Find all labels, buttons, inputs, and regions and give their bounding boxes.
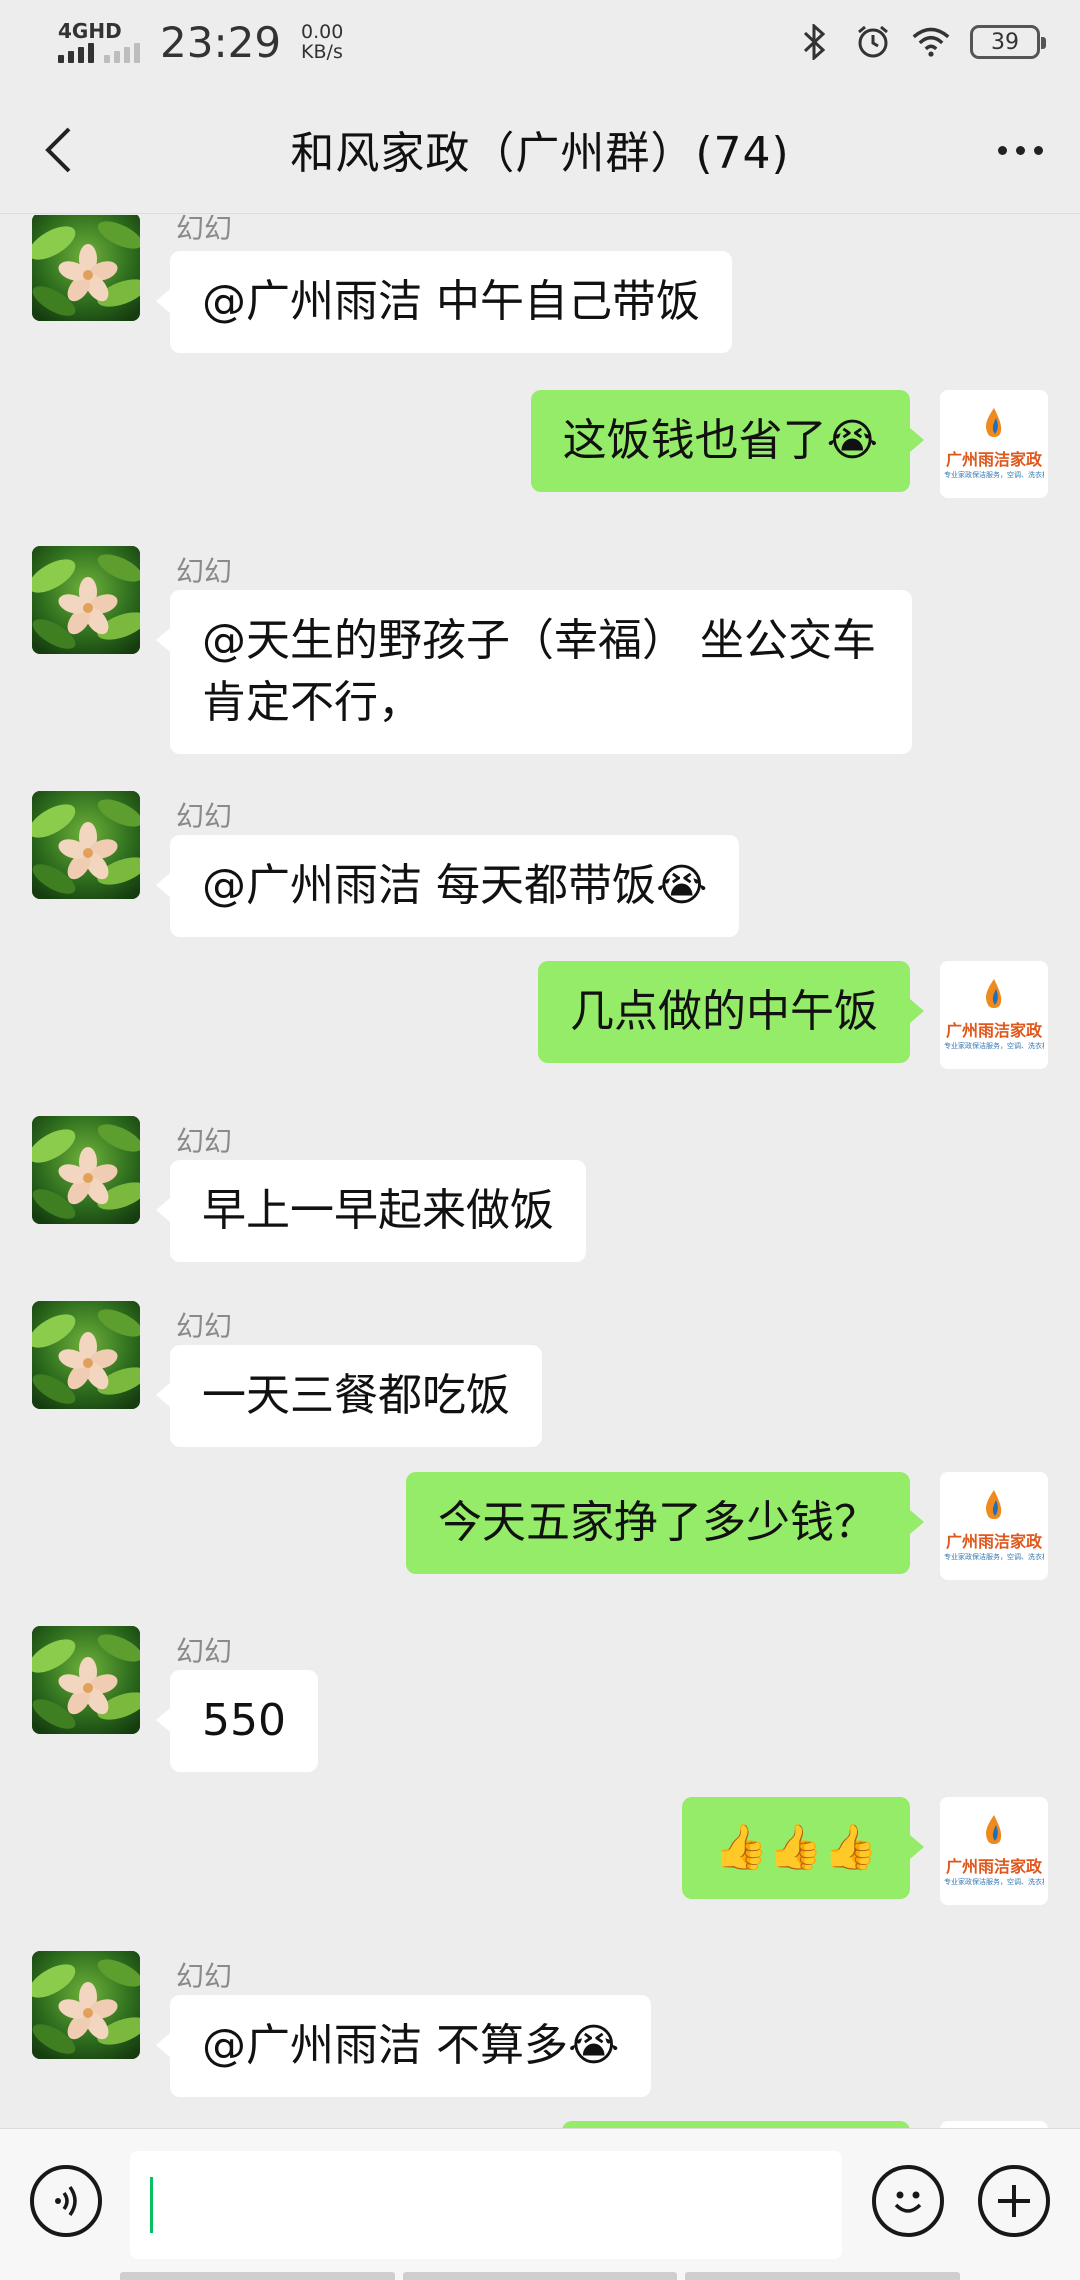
chat-title: 和风家政（广州群）(74) xyxy=(290,127,790,179)
self-avatar[interactable]: 广州雨洁家政专业家政保洁服务，空调、洗衣机 xyxy=(940,1472,1048,1580)
company-logo-image xyxy=(940,390,1048,498)
chat-header: 和风家政（广州群）(74) xyxy=(0,84,1080,214)
company-logo-image xyxy=(940,1472,1048,1580)
message-bubble[interactable]: @广州雨洁 每天都带饭😭 xyxy=(155,835,740,937)
logo-subtext: 专业家政保洁服务，空调、洗衣机 xyxy=(944,1042,1044,1050)
message-bubble[interactable]: 550 xyxy=(156,1670,318,1772)
message-bubble[interactable]: 早上一早起来做饭 xyxy=(156,1160,586,1262)
logo-text: 广州雨洁家政 xyxy=(945,1532,1042,1551)
voice-input-button[interactable] xyxy=(30,2165,102,2237)
more-functions-button[interactable] xyxy=(978,2165,1050,2237)
company-logo-image xyxy=(940,961,1048,1069)
contact-avatar[interactable] xyxy=(32,1951,140,2059)
status-right: 39 xyxy=(796,23,1046,61)
message-list[interactable]: 幻幻 @广州雨洁 中午自己带饭 这饭钱也省了😭 广州雨洁家政专业家政保洁服务，空… xyxy=(0,215,1080,2128)
dot xyxy=(1015,145,1025,155)
sender-name: 幻幻 xyxy=(176,1635,233,1668)
voice-icon xyxy=(55,2185,77,2217)
input-bar xyxy=(0,2128,1080,2280)
battery-icon: 39 xyxy=(970,25,1046,59)
status-left: 4GHD 23:29 0.00 KB/s xyxy=(58,18,343,67)
message-bubble[interactable]: 今天五家挣了多少钱？ xyxy=(406,1472,924,1574)
contact-avatar[interactable] xyxy=(32,1626,140,1734)
message-bubble[interactable]: @天生的野孩子（幸福） 坐公交车肯定不行， xyxy=(156,590,912,754)
plus-icon xyxy=(998,2185,1030,2217)
more-options-button[interactable] xyxy=(988,122,1052,178)
network-indicator: 4GHD xyxy=(58,21,140,63)
logo-subtext: 专业家政保洁服务，空调、洗衣机 xyxy=(944,1553,1044,1561)
sender-name: 幻幻 xyxy=(176,555,233,588)
logo-text: 广州雨洁家政 xyxy=(945,1021,1042,1040)
message-input[interactable] xyxy=(130,2151,842,2259)
self-avatar[interactable]: 广州雨洁家政专业家政保洁服务，空调、洗衣机 xyxy=(940,1797,1048,1905)
alarm-icon xyxy=(854,23,892,61)
contact-avatar[interactable] xyxy=(32,546,140,654)
dot xyxy=(997,145,1007,155)
flower-avatar-image xyxy=(32,1301,140,1409)
emoji-button[interactable] xyxy=(872,2165,944,2237)
self-avatar[interactable]: 广州雨洁家政专业家政保洁服务，空调、洗衣机 xyxy=(940,961,1048,1069)
keyboard-hint-strip xyxy=(0,2272,1080,2280)
self-avatar-partial xyxy=(940,2121,1048,2128)
speed-unit: KB/s xyxy=(301,41,343,63)
message-bubble[interactable]: 一天三餐都吃饭 xyxy=(156,1345,542,1447)
message-bubble[interactable]: @广州雨洁 不算多😭 xyxy=(155,1995,652,2097)
logo-text: 广州雨洁家政 xyxy=(945,450,1042,469)
network-type: 4GHD xyxy=(58,19,122,43)
message-bubble[interactable]: @广州雨洁 中午自己带饭 xyxy=(156,251,732,353)
network-speed: 0.00 KB/s xyxy=(301,22,343,62)
message-bubble-partial[interactable] xyxy=(562,2121,910,2128)
flower-avatar-image xyxy=(32,1116,140,1224)
status-time: 23:29 xyxy=(160,17,282,67)
smiley-icon xyxy=(894,2191,922,2213)
sender-name: 幻幻 xyxy=(176,1960,233,1993)
self-avatar[interactable]: 广州雨洁家政专业家政保洁服务，空调、洗衣机 xyxy=(940,390,1048,498)
contact-avatar[interactable] xyxy=(32,1301,140,1409)
contact-avatar[interactable] xyxy=(32,791,140,899)
flower-avatar-image xyxy=(32,1951,140,2059)
sender-name: 幻幻 xyxy=(176,1125,233,1158)
signal-icon xyxy=(58,41,94,63)
speed-value: 0.00 xyxy=(301,21,344,43)
logo-subtext: 专业家政保洁服务，空调、洗衣机 xyxy=(944,1878,1044,1886)
flower-avatar-image xyxy=(32,215,140,321)
message-bubble[interactable]: 这饭钱也省了😭 xyxy=(530,390,925,492)
flower-avatar-image xyxy=(32,791,140,899)
signal-2-icon xyxy=(104,41,140,63)
flower-avatar-image xyxy=(32,1626,140,1734)
message-bubble[interactable]: 👍👍👍 xyxy=(681,1797,925,1899)
sender-name: 幻幻 xyxy=(176,215,233,245)
wifi-icon xyxy=(912,23,950,61)
chevron-left-icon xyxy=(45,127,71,173)
contact-avatar[interactable] xyxy=(32,215,140,321)
contact-avatar[interactable] xyxy=(32,1116,140,1224)
sender-name: 幻幻 xyxy=(176,1310,233,1343)
flower-avatar-image xyxy=(32,546,140,654)
status-bar: 4GHD 23:29 0.00 KB/s 39 xyxy=(0,0,1080,84)
sender-name: 幻幻 xyxy=(176,800,233,833)
battery-level: 39 xyxy=(991,29,1019,55)
logo-text: 广州雨洁家政 xyxy=(945,1857,1042,1876)
logo-subtext: 专业家政保洁服务，空调、洗衣机 xyxy=(944,471,1044,479)
message-bubble[interactable]: 几点做的中午饭 xyxy=(538,961,924,1063)
dot xyxy=(1033,145,1043,155)
back-button[interactable] xyxy=(30,122,86,178)
company-logo-image xyxy=(940,1797,1048,1905)
bluetooth-icon xyxy=(796,23,834,61)
text-cursor xyxy=(150,2177,153,2233)
